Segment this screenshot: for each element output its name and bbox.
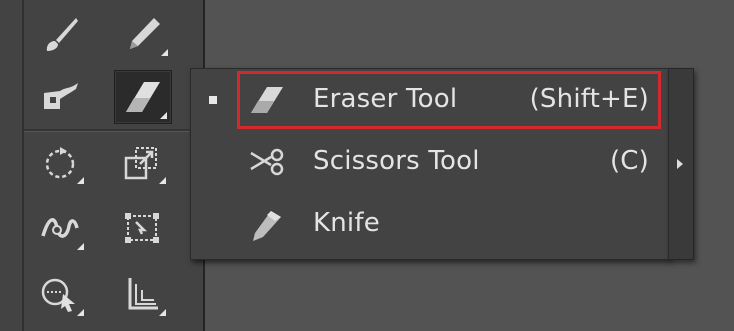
knife-icon (249, 207, 285, 241)
menu-item-scissors-tool[interactable]: Scissors Tool (C) (191, 133, 669, 191)
pencil-icon (124, 14, 164, 54)
panel-edge (22, 0, 24, 331)
eraser-icon (249, 83, 285, 117)
free-transform-icon (122, 208, 162, 248)
scale-tool-button[interactable] (114, 136, 170, 188)
blob-brush-icon (40, 77, 80, 117)
width-icon (39, 208, 81, 248)
rotate-icon (40, 142, 80, 182)
flyout-indicator (161, 49, 168, 56)
selected-indicator (209, 96, 217, 104)
blob-brush-tool-button[interactable] (32, 71, 88, 123)
menu-item-label: Eraser Tool (313, 84, 458, 114)
menu-item-label: Knife (313, 208, 380, 238)
scale-icon (122, 142, 162, 182)
eraser-icon (122, 78, 164, 116)
menu-item-shortcut: (Shift+E) (529, 84, 649, 114)
toolbar-divider (24, 129, 203, 132)
flyout-indicator (77, 309, 84, 316)
tearoff-bar[interactable] (668, 68, 694, 260)
pencil-tool-button[interactable] (116, 8, 172, 60)
free-transform-tool-button[interactable] (114, 202, 170, 254)
eraser-tool-flyout-menu: Eraser Tool (Shift+E) Scissors Tool (C) … (190, 68, 670, 260)
width-tool-button[interactable] (32, 202, 88, 254)
menu-item-label: Scissors Tool (313, 146, 480, 176)
flyout-indicator (159, 309, 166, 316)
shape-builder-tool-button[interactable] (32, 268, 88, 320)
menu-item-shortcut: (C) (609, 146, 649, 176)
shape-builder-icon (39, 274, 81, 314)
perspective-grid-icon (122, 274, 162, 314)
menu-item-knife[interactable]: Knife (191, 195, 669, 253)
menu-item-eraser-tool[interactable]: Eraser Tool (Shift+E) (191, 71, 669, 129)
eraser-tool-button[interactable] (114, 70, 172, 124)
flyout-indicator (77, 177, 84, 184)
perspective-grid-tool-button[interactable] (114, 268, 170, 320)
flyout-indicator (77, 243, 84, 250)
rotate-tool-button[interactable] (32, 136, 88, 188)
scissors-icon (249, 145, 285, 179)
paintbrush-tool-button[interactable] (32, 8, 88, 60)
flyout-indicator (159, 177, 166, 184)
paintbrush-icon (40, 14, 80, 54)
chevron-right-icon (677, 159, 683, 169)
flyout-indicator (160, 112, 167, 119)
tools-panel (0, 0, 203, 331)
